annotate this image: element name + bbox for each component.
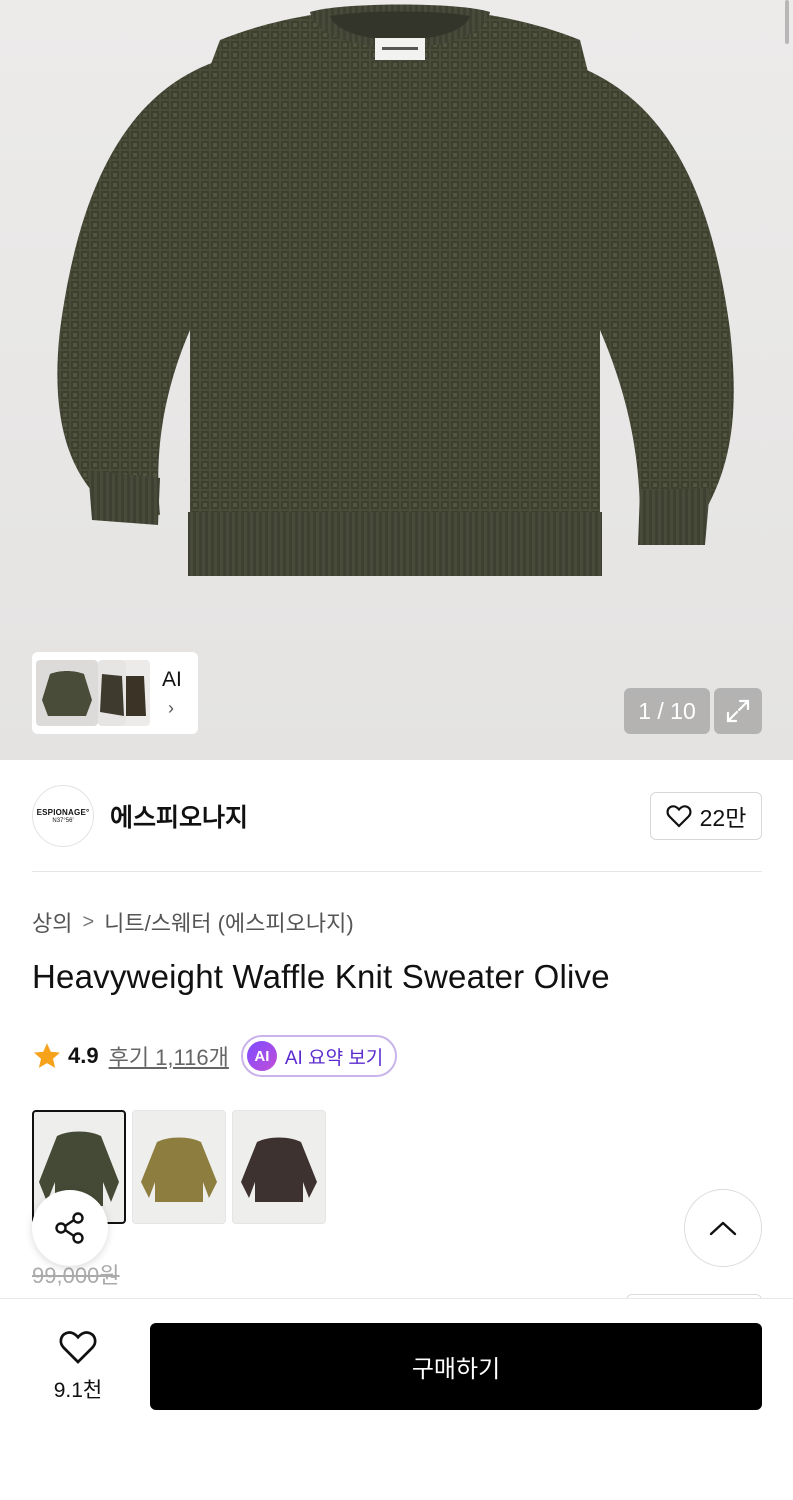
ai-thumbnail-preview[interactable]: AI › [32, 652, 198, 734]
divider [32, 871, 762, 872]
bottom-action-bar: 9.1천 구매하기 [0, 1298, 793, 1500]
brand-row[interactable]: ESPIONAGE° N37°56' 에스피오나지 22만 [32, 784, 762, 848]
share-button[interactable] [32, 1190, 108, 1266]
breadcrumb-category[interactable]: 상의 [32, 906, 72, 938]
star-icon [34, 1043, 60, 1068]
product-title: Heavyweight Waffle Knit Sweater Olive [32, 958, 610, 995]
wishlist-button[interactable]: 9.1천 [40, 1329, 116, 1404]
ai-summary-label: AI 요약 보기 [284, 1047, 384, 1069]
expand-button[interactable] [714, 688, 762, 734]
ai-summary-button[interactable]: AI AI 요약 보기 [240, 1035, 398, 1077]
scroll-indicator[interactable] [785, 0, 789, 44]
ai-badge-icon: AI [246, 1041, 277, 1071]
breadcrumb: 상의 > 니트/스웨터 (에스피오나지) [32, 906, 354, 938]
brand-logo[interactable]: ESPIONAGE° N37°56' [32, 785, 94, 847]
chevron-up-icon [709, 1221, 737, 1236]
brand-like-count: 22만 [699, 805, 747, 831]
chevron-right-icon: › [168, 698, 174, 718]
breadcrumb-subcategory[interactable]: 니트/스웨터 (에스피오나지) [104, 906, 354, 938]
product-main-image [57, 4, 734, 576]
product-image-gallery[interactable]: AI › 1 / 10 [0, 0, 793, 760]
heart-icon [59, 1331, 97, 1364]
ai-label: AI [162, 668, 182, 691]
brand-name[interactable]: 에스피오나지 [110, 798, 248, 834]
breadcrumb-separator: > [82, 910, 95, 933]
rating-score: 4.9 [68, 1043, 99, 1068]
thumbnail-image [36, 660, 98, 726]
color-option-brown[interactable] [232, 1110, 326, 1224]
brand-like-button[interactable]: 22만 [650, 792, 762, 840]
wishlist-count: 9.1천 [53, 1379, 103, 1402]
image-counter: 1 / 10 [624, 688, 710, 734]
thumbnail-image [122, 660, 150, 726]
thumbnail-image [98, 660, 126, 726]
color-option-khaki[interactable] [132, 1110, 226, 1224]
share-icon [55, 1212, 84, 1244]
reviews-link[interactable]: 후기 1,116개 [109, 1040, 229, 1072]
rating-row: 4.9 후기 1,116개 AI AI 요약 보기 [32, 1034, 398, 1078]
color-option-image [141, 1137, 217, 1202]
heart-icon [666, 805, 692, 828]
scroll-to-top-button[interactable] [684, 1189, 762, 1267]
color-option-image [241, 1137, 317, 1202]
expand-icon [726, 699, 750, 723]
buy-button[interactable]: 구매하기 [150, 1323, 762, 1410]
